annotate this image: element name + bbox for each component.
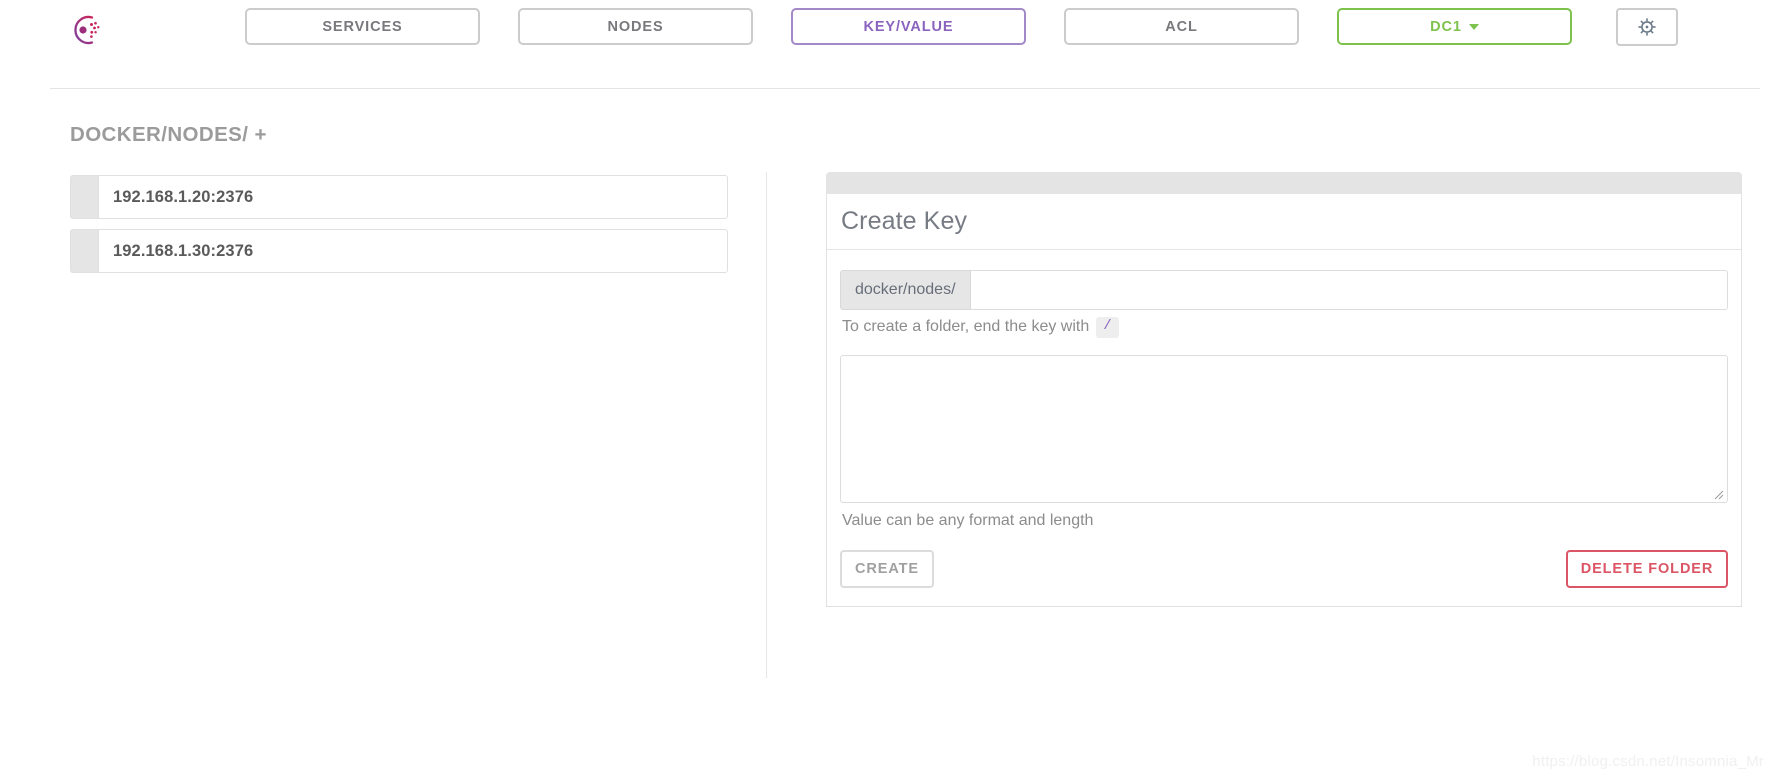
nav-tab-keyvalue[interactable]: KEY/VALUE [791,8,1026,45]
breadcrumb[interactable]: DOCKER/NODES/ + [70,123,267,147]
list-item[interactable]: 192.168.1.20:2376 [70,175,728,219]
column-divider [766,172,767,678]
nav-tab-acl-label: ACL [1165,18,1198,35]
watermark-text: https://blog.csdn.net/Insomnia_Mr [1532,753,1764,770]
delete-folder-button-label: DELETE FOLDER [1580,560,1714,577]
datacenter-selector[interactable]: DC1 [1337,8,1572,45]
value-textarea-wrap [840,354,1728,503]
nav-tab-nodes[interactable]: NODES [518,8,753,45]
value-textarea[interactable] [840,354,1728,503]
datacenter-selector-label: DC1 [1430,18,1462,35]
breadcrumb-path[interactable]: DOCKER/NODES/ [70,123,248,146]
nav-tab-services-label: SERVICES [322,18,403,35]
delete-folder-button[interactable]: DELETE FOLDER [1566,549,1728,588]
value-help-text: Value can be any format and length [842,511,1094,529]
panel-top-strip [826,172,1742,194]
chevron-down-icon [1468,23,1479,30]
breadcrumb-add-icon[interactable]: + [254,123,266,146]
key-input[interactable] [970,270,1728,310]
page-title: Create Key [841,207,968,235]
create-key-panel: Create Key docker/nodes/ To create a fol… [826,172,1742,607]
key-help-text: To create a folder, end the key with / [842,317,1728,338]
panel-header: Create Key [827,194,1741,250]
create-button[interactable]: CREATE [840,549,934,588]
gear-icon [1638,18,1656,36]
list-item-label[interactable]: 192.168.1.20:2376 [98,175,728,219]
nav-tab-services[interactable]: SERVICES [245,8,480,45]
panel-body: docker/nodes/ To create a folder, end th… [827,250,1741,606]
key-prefix-addon: docker/nodes/ [840,270,971,310]
key-help-text-label: To create a folder, end the key with [842,318,1090,336]
list-item-accent-bar [70,229,98,273]
settings-button[interactable] [1616,8,1678,46]
consul-logo[interactable] [57,4,113,56]
panel-card: Create Key docker/nodes/ To create a fol… [826,194,1742,607]
consul-logo-icon [74,15,100,45]
nav-tab-keyvalue-label: KEY/VALUE [863,18,954,35]
list-item[interactable]: 192.168.1.30:2376 [70,229,728,273]
panel-footer: CREATE DELETE FOLDER [840,549,1728,588]
key-input-group: docker/nodes/ [840,270,1728,310]
list-item-label[interactable]: 192.168.1.30:2376 [98,229,728,273]
create-button-label: CREATE [855,560,919,577]
top-navigation-bar: SERVICES NODES KEY/VALUE ACL DC1 [0,0,1774,89]
slash-code-badge: / [1096,317,1119,338]
nav-tab-nodes-label: NODES [607,18,664,35]
list-item-accent-bar [70,175,98,219]
nav-tab-acl[interactable]: ACL [1064,8,1299,45]
key-list: 192.168.1.20:2376 192.168.1.30:2376 [70,175,728,283]
